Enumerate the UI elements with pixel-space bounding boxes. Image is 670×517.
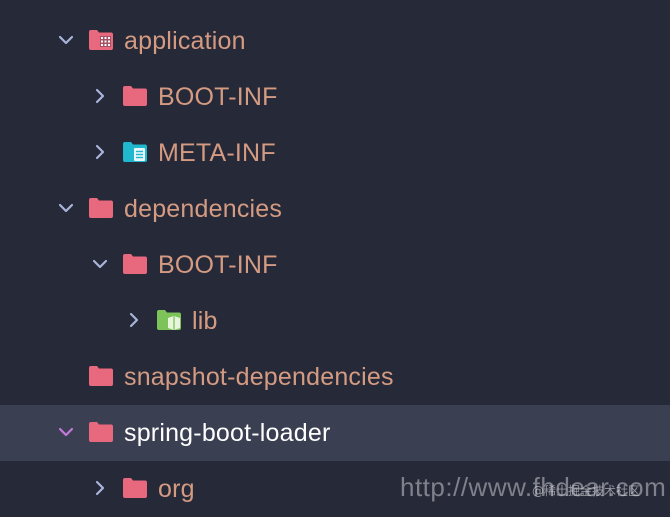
chevron-down-icon[interactable]	[57, 31, 75, 49]
tree-item-label: META-INF	[158, 139, 276, 167]
module-folder-icon	[89, 30, 113, 50]
folder-icon	[89, 366, 113, 386]
library-folder-icon	[157, 310, 181, 330]
chevron-right-icon[interactable]	[91, 479, 109, 497]
folder-icon	[123, 478, 147, 498]
tree-item-label: application	[124, 27, 246, 55]
file-tree: application BOOT-INF META-INF dependenci…	[0, 13, 670, 517]
tree-item-dependencies[interactable]: dependencies	[0, 181, 670, 237]
folder-icon	[123, 254, 147, 274]
chevron-right-icon[interactable]	[125, 311, 143, 329]
tree-item-lib[interactable]: lib	[0, 293, 670, 349]
tree-item-spring-boot-loader[interactable]: spring-boot-loader	[0, 405, 670, 461]
tree-item-label: dependencies	[124, 195, 283, 223]
tree-item-label: BOOT-INF	[158, 83, 278, 111]
folder-icon	[89, 198, 113, 218]
tree-item-label: lib	[192, 307, 218, 335]
chevron-down-icon[interactable]	[57, 199, 75, 217]
tree-item-label: org	[158, 475, 195, 503]
tree-item-application[interactable]: application	[0, 13, 670, 69]
tree-item-label: spring-boot-loader	[124, 419, 331, 447]
tree-item-label: snapshot-dependencies	[124, 363, 394, 391]
tree-item-snapshot-dependencies[interactable]: snapshot-dependencies	[0, 349, 670, 405]
watermark-overlay: @稀土掘金技术社区	[532, 484, 641, 498]
chevron-right-icon[interactable]	[91, 87, 109, 105]
tree-item-boot-inf[interactable]: BOOT-INF	[0, 69, 670, 125]
tree-item-label: BOOT-INF	[158, 251, 278, 279]
tree-item-meta-inf[interactable]: META-INF	[0, 125, 670, 181]
meta-folder-icon	[123, 142, 147, 162]
tree-item-boot-inf[interactable]: BOOT-INF	[0, 237, 670, 293]
chevron-down-icon[interactable]	[91, 255, 109, 273]
chevron-down-icon[interactable]	[57, 423, 75, 441]
folder-icon	[123, 86, 147, 106]
chevron-right-icon[interactable]	[91, 143, 109, 161]
folder-icon	[89, 422, 113, 442]
